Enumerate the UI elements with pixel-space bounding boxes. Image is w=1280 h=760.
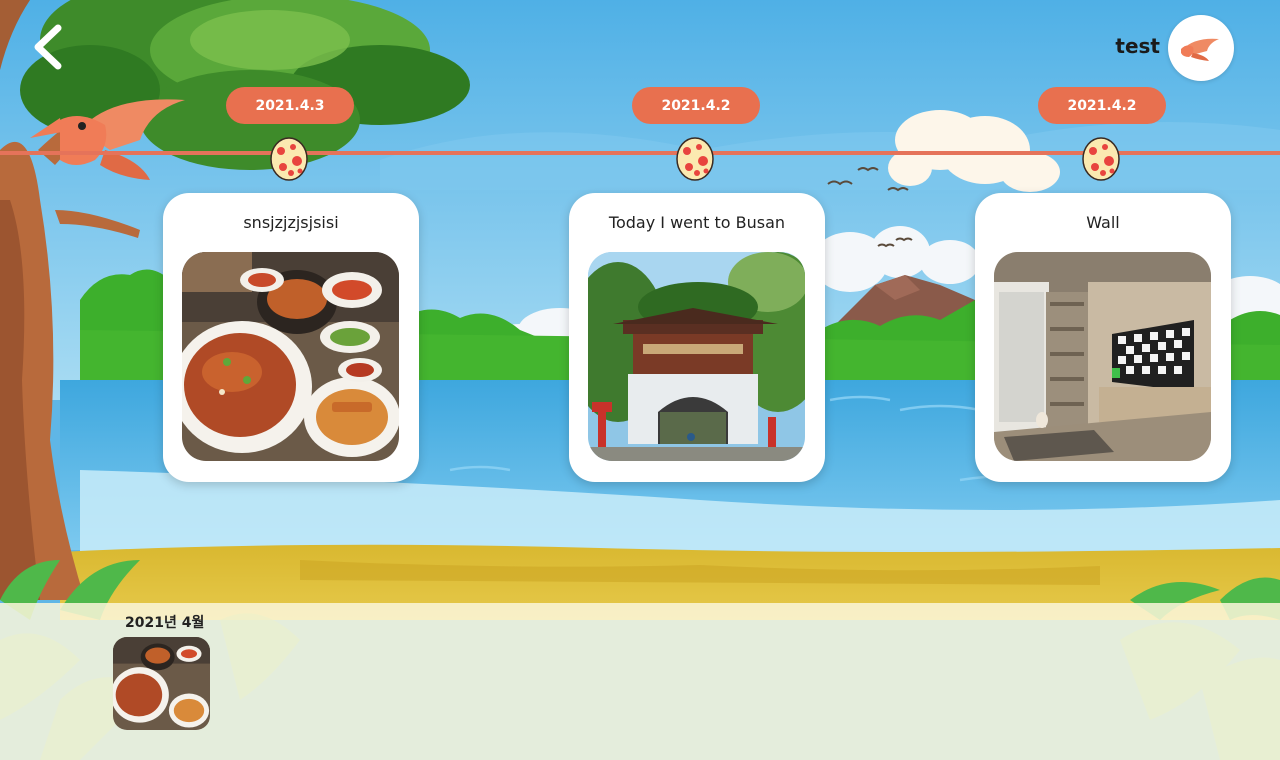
entry-date-pill[interactable]: 2021.4.2 — [1038, 87, 1166, 124]
entry-date-pill[interactable]: 2021.4.3 — [226, 87, 354, 124]
archive-thumbnail[interactable] — [113, 637, 210, 730]
korean-food-photo — [182, 252, 399, 461]
timeline-egg-marker — [1081, 135, 1121, 181]
pterodactyl-icon — [1181, 38, 1219, 61]
entry-title: Today I went to Busan — [608, 213, 786, 232]
avatar[interactable] — [1168, 15, 1234, 81]
egg-icon — [270, 137, 308, 181]
timeline-egg-marker — [269, 135, 309, 181]
chevron-left-icon — [34, 24, 62, 70]
month-label: 2021년 4월 — [125, 615, 205, 631]
entry-date-pill[interactable]: 2021.4.2 — [632, 87, 760, 124]
korean-food-photo — [113, 637, 210, 730]
entry-photo — [182, 252, 399, 461]
egg-icon — [1082, 137, 1120, 181]
diary-entry-card[interactable]: snsjzjzjsjsisi — [163, 193, 419, 482]
entry-photo — [588, 252, 805, 461]
back-button[interactable] — [26, 22, 70, 72]
entry-title: Wall — [1086, 213, 1120, 232]
entry-photo — [994, 252, 1211, 461]
entry-title: snsjzjzjsjsisi — [243, 213, 339, 232]
temple-gate-photo — [588, 252, 805, 461]
diary-entry-card[interactable]: Wall — [975, 193, 1231, 482]
timeline-egg-marker — [675, 135, 715, 181]
user-name: test — [1115, 34, 1160, 58]
diary-entry-card[interactable]: Today I went to Busan — [569, 193, 825, 482]
living-room-photo — [994, 252, 1211, 461]
egg-icon — [676, 137, 714, 181]
